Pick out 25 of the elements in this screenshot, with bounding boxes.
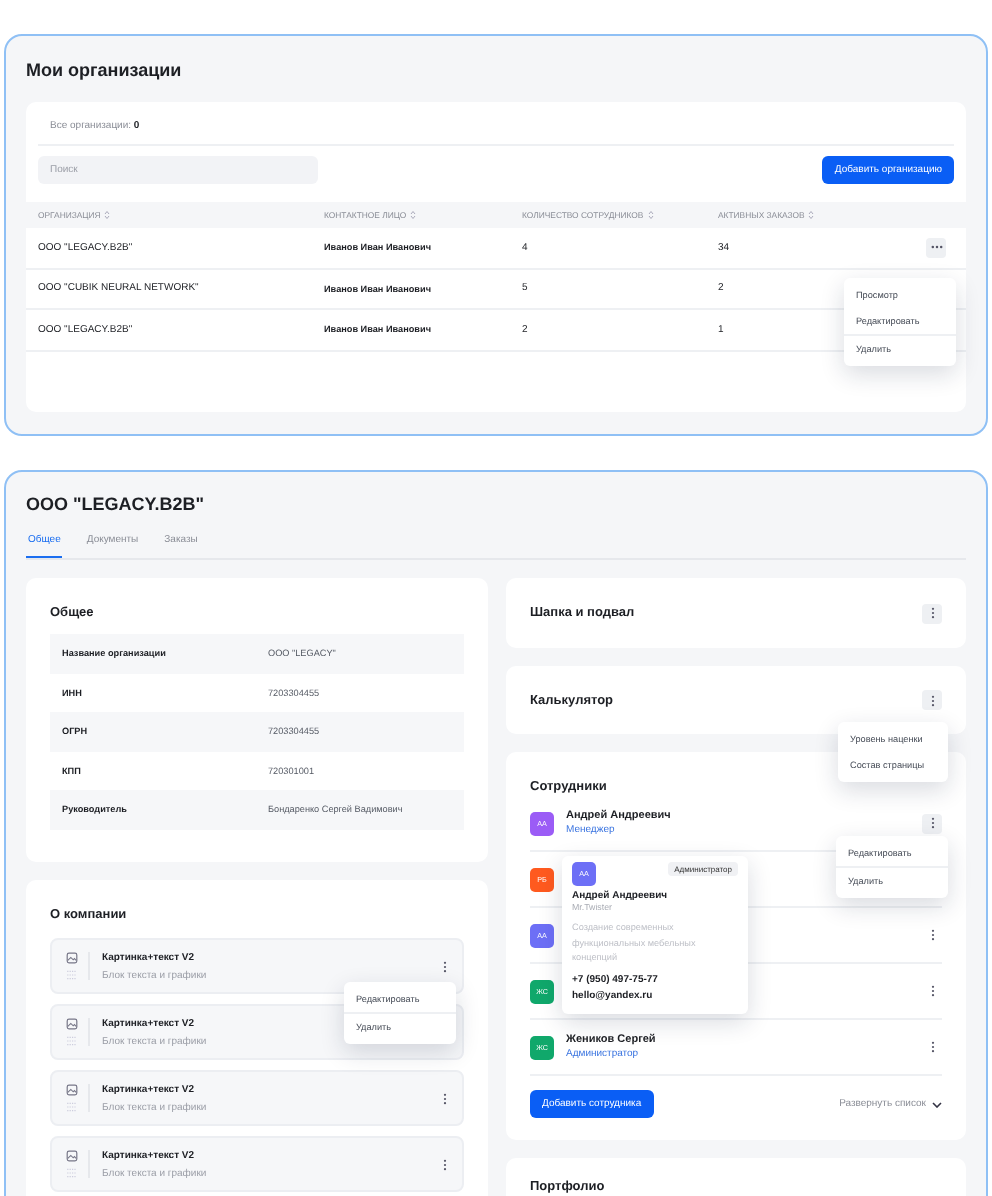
more-icon: [929, 984, 935, 998]
drag-handle-icon[interactable]: [66, 1102, 78, 1112]
drag-handle-icon[interactable]: [66, 1036, 78, 1046]
chevron-down-icon: [932, 1101, 942, 1107]
more-icon: [929, 1040, 935, 1054]
page-title: Мои организации: [26, 58, 184, 82]
drag-handle-icon[interactable]: [66, 970, 78, 980]
more-icon: [929, 816, 935, 830]
more-button[interactable]: [922, 603, 942, 623]
image-icon: [66, 1084, 78, 1096]
more-icon: [929, 928, 935, 942]
organization-title: ООО "LEGACY.B2B": [26, 492, 207, 516]
image-icon: [66, 1150, 78, 1162]
drag-handle-icon[interactable]: [66, 1168, 78, 1178]
more-icon: [929, 244, 943, 251]
image-icon: [66, 1018, 78, 1030]
more-icon[interactable]: [442, 959, 448, 973]
more-icon[interactable]: [442, 1157, 448, 1171]
more-button[interactable]: [922, 813, 942, 833]
more-icon: [929, 606, 935, 620]
more-icon[interactable]: [442, 1091, 448, 1105]
more-button[interactable]: [922, 690, 942, 710]
image-icon: [66, 952, 78, 964]
more-button[interactable]: [926, 237, 946, 258]
more-icon: [929, 693, 935, 707]
